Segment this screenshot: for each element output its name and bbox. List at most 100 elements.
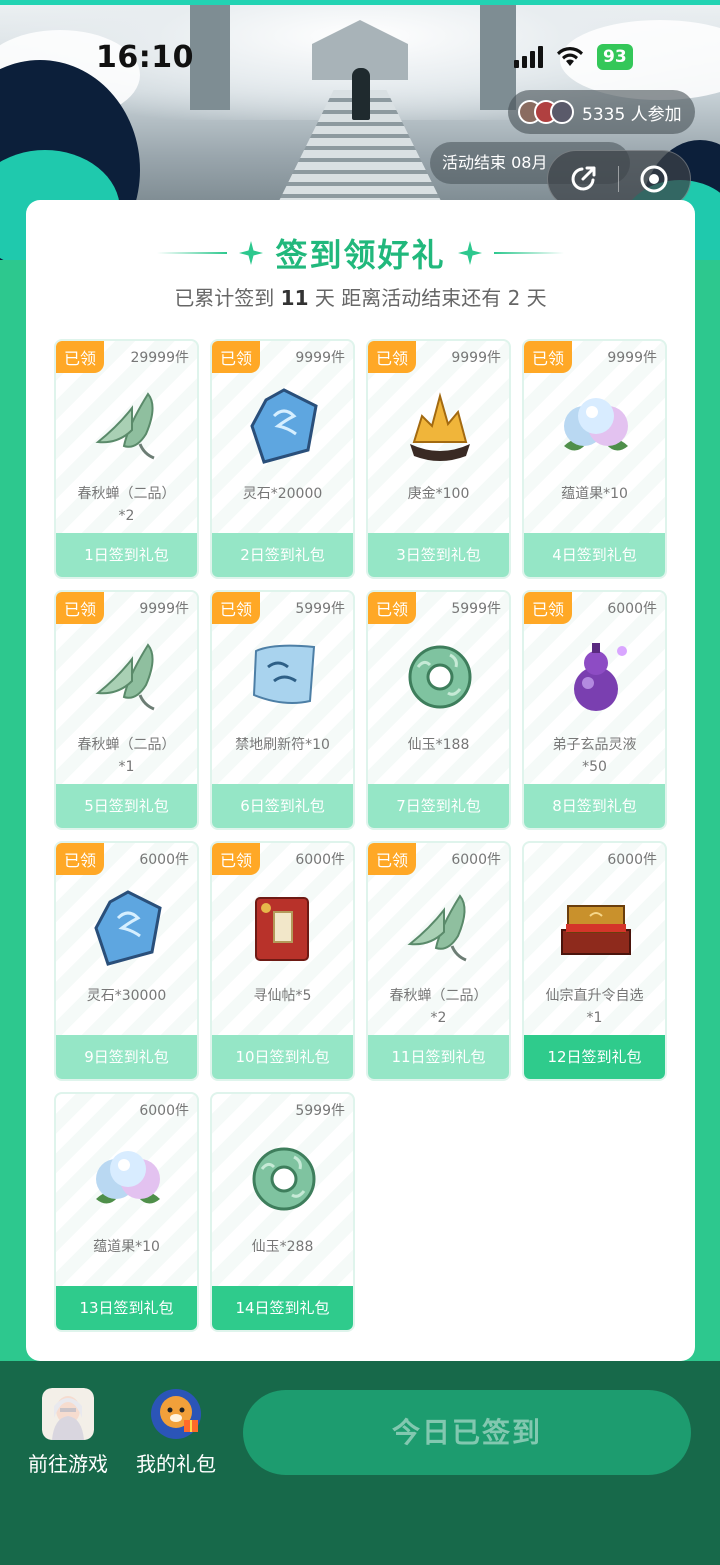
- battery-indicator: 93: [597, 44, 633, 70]
- reward-day-label: 14日签到礼包: [212, 1286, 353, 1330]
- share-icon: [571, 166, 596, 191]
- reward-tile[interactable]: 6000件 蕴道果*10 13日签到礼包: [54, 1092, 199, 1332]
- reward-day-label: 8日签到礼包: [524, 784, 665, 828]
- gift-mascot-icon: [151, 1389, 201, 1439]
- reward-name: 灵石*20000: [242, 486, 323, 502]
- go-game-label: 前往游戏: [28, 1452, 108, 1476]
- claimed-badge: 已领: [368, 592, 417, 624]
- target-icon: [640, 165, 668, 193]
- claimed-badge: 已领: [212, 843, 261, 875]
- reward-day-label: 6日签到礼包: [212, 784, 353, 828]
- claimed-badge: 已领: [524, 341, 573, 373]
- reward-day-label: 13日签到礼包: [56, 1286, 197, 1330]
- claimed-badge: 已领: [212, 341, 261, 373]
- reward-stock: 6000件: [295, 852, 345, 868]
- cicada-icon: [88, 381, 168, 471]
- claimed-badge: 已领: [56, 341, 105, 373]
- token-box-icon: [556, 883, 636, 973]
- status-icons: 93: [514, 44, 633, 70]
- participants-pill: 5335 人参加: [508, 90, 695, 134]
- signal-icon: [514, 46, 543, 68]
- sparkle-icon: [239, 241, 264, 265]
- cicada-icon: [88, 632, 168, 722]
- reward-day-label: 7日签到礼包: [368, 784, 509, 828]
- card-title-row: 签到领好礼: [26, 230, 695, 276]
- reward-stock: 5999件: [295, 601, 345, 617]
- avatar: [550, 100, 574, 124]
- gold-ore-icon: [400, 381, 480, 471]
- go-game-button[interactable]: 前往游戏: [28, 1388, 108, 1477]
- status-time: 16:10: [96, 40, 194, 75]
- wifi-icon: [557, 46, 583, 66]
- reward-stock: 9999件: [451, 350, 501, 366]
- reward-stock: 5999件: [295, 1103, 345, 1119]
- summary-suffix: 天 距离活动结束还有 2 天: [308, 286, 547, 310]
- reward-stock: 29999件: [130, 350, 189, 366]
- reward-name: 灵石*30000: [86, 988, 167, 1004]
- participant-avatars: [518, 100, 574, 124]
- claimed-badge: 已领: [368, 341, 417, 373]
- reward-day-label: 11日签到礼包: [368, 1035, 509, 1079]
- reward-stock: 9999件: [139, 601, 189, 617]
- reward-tile[interactable]: 已领 6000件 灵石*30000 9日签到礼包: [54, 841, 199, 1081]
- reward-tile[interactable]: 已领 6000件 春秋蝉（二品） *2 11日签到礼包: [366, 841, 511, 1081]
- jade-ring-icon: [244, 1134, 324, 1224]
- participants-count: 5335 人参加: [582, 104, 682, 125]
- reward-tile[interactable]: 已领 6000件寻仙帖*5 10日签到礼包: [210, 841, 355, 1081]
- reward-stock: 6000件: [139, 852, 189, 868]
- red-book-icon: [244, 883, 324, 973]
- game-avatar-icon: [42, 1388, 94, 1440]
- reward-day-label: 2日签到礼包: [212, 533, 353, 577]
- reward-tile[interactable]: 5999件 仙玉*288 14日签到礼包: [210, 1092, 355, 1332]
- reward-tile[interactable]: 6000件仙宗直升令自选 *1 12日签到礼包: [522, 841, 667, 1081]
- reward-name: 仙宗直升令自选 *1: [545, 988, 644, 1026]
- reward-stock: 6000件: [607, 852, 657, 868]
- reward-name: 春秋蝉（二品） *2: [389, 988, 488, 1026]
- card-title: 签到领好礼: [275, 236, 446, 274]
- sparkle-icon: [457, 241, 482, 265]
- checkin-button[interactable]: 今日已签到: [243, 1390, 691, 1475]
- reward-day-label: 3日签到礼包: [368, 533, 509, 577]
- reward-day-label: 12日签到礼包: [524, 1035, 665, 1079]
- dao-fruit-icon: [88, 1134, 168, 1224]
- signin-summary: 已累计签到 11 天 距离活动结束还有 2 天: [26, 282, 695, 311]
- reward-stock: 6000件: [607, 601, 657, 617]
- reward-stock: 5999件: [451, 601, 501, 617]
- reward-tile[interactable]: 已领 9999件春秋蝉（二品） *1 5日签到礼包: [54, 590, 199, 830]
- dao-fruit-icon: [556, 381, 636, 471]
- spirit-stone-icon: [88, 883, 168, 973]
- days-signed: 11: [280, 286, 309, 310]
- reward-tile[interactable]: 已领 9999件 灵石*20000 2日签到礼包: [210, 339, 355, 579]
- claimed-badge: 已领: [524, 592, 573, 624]
- spirit-stone-icon: [244, 381, 324, 471]
- reward-tile[interactable]: 已领 9999件庚金*100 3日签到礼包: [366, 339, 511, 579]
- reward-name: 春秋蝉（二品） *2: [77, 486, 176, 524]
- reward-day-label: 4日签到礼包: [524, 533, 665, 577]
- reward-tile[interactable]: 已领 6000件弟子玄品灵液 *50 8日签到礼包: [522, 590, 667, 830]
- my-gifts-label: 我的礼包: [136, 1452, 216, 1476]
- reward-stock: 6000件: [451, 852, 501, 868]
- reward-tile[interactable]: 已领 29999件 春秋蝉（二品） *2 1日签到礼包: [54, 339, 199, 579]
- reward-name: 庚金*100: [407, 486, 470, 502]
- reward-name: 寻仙帖*5: [253, 988, 312, 1004]
- jade-ring-icon: [400, 632, 480, 722]
- hero-figure: [352, 68, 370, 120]
- reward-tile[interactable]: 已领 9999件 蕴道果*10 4日签到礼包: [522, 339, 667, 579]
- reward-name: 春秋蝉（二品） *1: [77, 737, 176, 775]
- my-gifts-button[interactable]: 我的礼包: [136, 1388, 216, 1477]
- cicada-icon: [400, 883, 480, 973]
- signin-card: 签到领好礼 已累计签到 11 天 距离活动结束还有 2 天 已领 29999件春秋…: [26, 200, 695, 1361]
- reward-day-label: 9日签到礼包: [56, 1035, 197, 1079]
- talisman-icon: [244, 632, 324, 722]
- summary-prefix: 已累计签到: [174, 286, 281, 310]
- reward-name: 弟子玄品灵液 *50: [552, 737, 637, 775]
- claimed-badge: 已领: [56, 592, 105, 624]
- reward-stock: 6000件: [139, 1103, 189, 1119]
- claimed-badge: 已领: [212, 592, 261, 624]
- reward-stock: 9999件: [607, 350, 657, 366]
- reward-tile[interactable]: 已领 5999件仙玉*188 7日签到礼包: [366, 590, 511, 830]
- reward-day-label: 10日签到礼包: [212, 1035, 353, 1079]
- reward-name: 仙玉*188: [407, 737, 470, 753]
- reward-day-label: 5日签到礼包: [56, 784, 197, 828]
- reward-tile[interactable]: 已领 5999件 禁地刷新符*10 6日签到礼包: [210, 590, 355, 830]
